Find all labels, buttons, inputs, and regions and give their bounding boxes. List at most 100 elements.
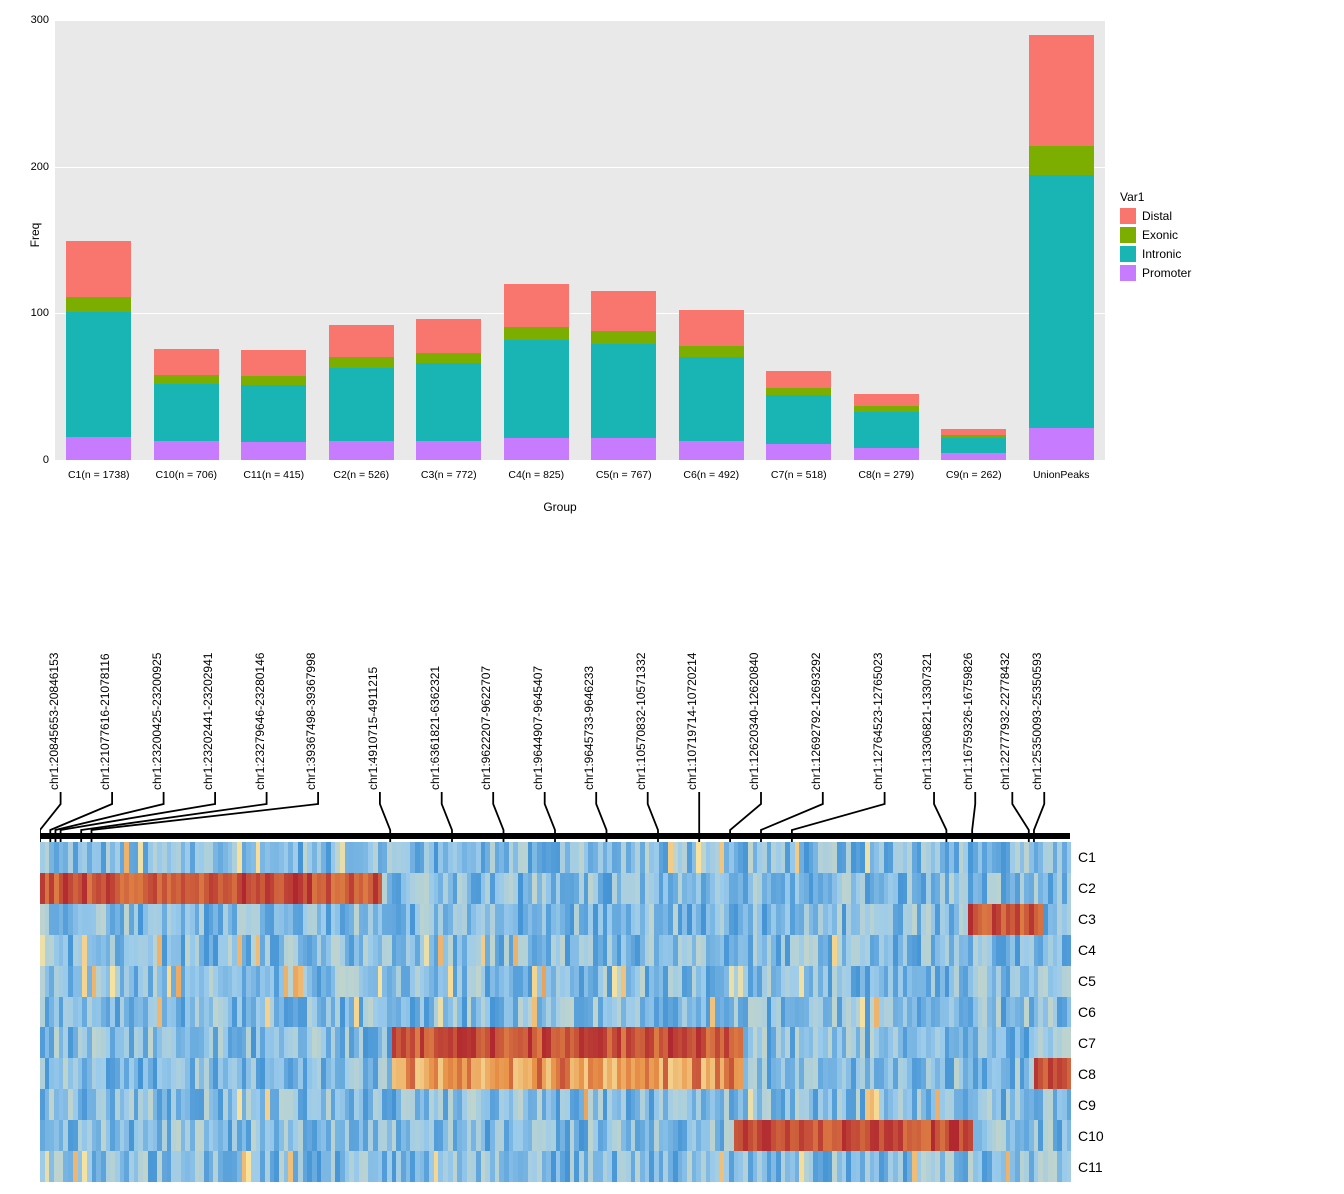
bar-segment-exonic (941, 435, 1006, 438)
x-tick: C2(n = 526) (333, 469, 389, 481)
bar-segment-promoter (154, 441, 219, 460)
heatmap-col-label: chr1:6361821-6362321 (428, 666, 442, 790)
bar-segment-promoter (504, 438, 569, 460)
bar-segment-intronic (154, 384, 219, 441)
heatmap-col-label: chr1:10570832-10571332 (634, 653, 648, 790)
bar-group: C11(n = 415) (236, 20, 311, 460)
bar-segment-exonic (1029, 146, 1094, 175)
bar-segment-exonic (241, 376, 306, 385)
legend-swatch (1120, 208, 1136, 224)
y-tick: 100 (31, 307, 49, 319)
heatmap-col-label: chr1:12692792-12693292 (809, 653, 823, 790)
x-tick: C10(n = 706) (155, 469, 217, 481)
x-tick: C8(n = 279) (858, 469, 914, 481)
heatmap-col-label: chr1:9645733-9646233 (582, 666, 596, 790)
heatmap-col-label: chr1:23200425-23200925 (150, 653, 164, 790)
legend: Var1 Distal Exonic Intronic Promoter (1120, 190, 1191, 284)
legend-item: Intronic (1120, 246, 1191, 262)
bar-segment-distal (66, 241, 131, 297)
legend-label: Promoter (1142, 266, 1191, 280)
heatmap-row-label: C6 (1078, 1004, 1096, 1020)
bar-segment-intronic (241, 385, 306, 442)
heatmap-col-label: chr1:20845653-20846153 (47, 653, 61, 790)
heatmap-col-label: chr1:23202441-23202941 (201, 653, 215, 790)
x-tick: C5(n = 767) (596, 469, 652, 481)
heatmap-row: C2 (40, 873, 1070, 904)
bar-segment-distal (416, 319, 481, 353)
legend-swatch (1120, 246, 1136, 262)
bar-segment-distal (154, 349, 219, 375)
legend-item: Distal (1120, 208, 1191, 224)
heatmap-row: C6 (40, 997, 1070, 1028)
heatmap-col-label: chr1:12764523-12765023 (871, 653, 885, 790)
bar-segment-distal (766, 371, 831, 389)
heatmap-col-label: chr1:4910715-4911215 (366, 667, 380, 790)
heatmap-col-label: chr1:22777932-22778432 (998, 653, 1012, 790)
heatmap-col-label: chr1:13306821-13307321 (920, 653, 934, 790)
bar-group: UnionPeaks (1024, 20, 1099, 460)
bar-group: C1(n = 1738) (61, 20, 136, 460)
figure-container: 0100200300C1(n = 1738)C10(n = 706)C11(n … (10, 10, 1334, 1184)
bar-segment-exonic (66, 297, 131, 312)
legend-label: Exonic (1142, 228, 1178, 242)
bar-group: C3(n = 772) (411, 20, 486, 460)
x-tick: C7(n = 518) (771, 469, 827, 481)
heatmap-row-label: C10 (1078, 1128, 1104, 1144)
bar-segment-exonic (329, 357, 394, 367)
x-tick: C11(n = 415) (243, 469, 304, 481)
bar-group: C2(n = 526) (324, 20, 399, 460)
bar-segment-distal (941, 429, 1006, 435)
heatmap-row-label: C3 (1078, 911, 1096, 927)
legend-item: Promoter (1120, 265, 1191, 281)
bar-segment-promoter (1029, 428, 1094, 460)
heatmap-col-label: chr1:12620340-12620840 (747, 653, 761, 790)
bar-segment-distal (591, 291, 656, 331)
bar-group: C6(n = 492) (674, 20, 749, 460)
bar-segment-distal (329, 325, 394, 357)
bar-segment-intronic (591, 344, 656, 438)
heatmap-col-label: chr1:9622207-9622707 (479, 666, 493, 790)
y-tick: 0 (43, 454, 49, 466)
heatmap-row-label: C11 (1078, 1159, 1103, 1175)
heatmap-connectors (40, 792, 1070, 842)
bar-segment-distal (241, 350, 306, 376)
bar-segment-promoter (591, 438, 656, 460)
bar-segment-promoter (854, 448, 919, 460)
heatmap-col-label: chr1:39367498-39367998 (304, 653, 318, 790)
bar-segment-promoter (941, 453, 1006, 460)
bar-segment-exonic (679, 346, 744, 358)
heatmap-row: C4 (40, 935, 1070, 966)
bar-segment-exonic (154, 375, 219, 384)
heatmap-row: C9 (40, 1089, 1070, 1120)
heatmap-row: C11 (40, 1151, 1070, 1182)
bar-segment-intronic (1029, 175, 1094, 427)
heatmap-row-label: C7 (1078, 1035, 1096, 1051)
legend-swatch (1120, 227, 1136, 243)
x-tick: C9(n = 262) (946, 469, 1002, 481)
legend-swatch (1120, 265, 1136, 281)
heatmap-row-label: C4 (1078, 942, 1096, 958)
stacked-bar-chart: 0100200300C1(n = 1738)C10(n = 706)C11(n … (55, 20, 1105, 460)
heatmap-row: C10 (40, 1120, 1070, 1151)
heatmap-col-label: chr1:16759326-16759826 (961, 653, 975, 790)
heatmap-col-label: chr1:9644907-9645407 (531, 666, 545, 790)
bar-segment-promoter (766, 444, 831, 460)
x-tick: C4(n = 825) (508, 469, 564, 481)
y-axis-label: Freq (28, 223, 42, 248)
heatmap-row: C8 (40, 1058, 1070, 1089)
heatmap-row: C7 (40, 1027, 1070, 1058)
bar-segment-promoter (66, 437, 131, 460)
bar-segment-promoter (416, 441, 481, 460)
heatmap-row-label: C8 (1078, 1066, 1096, 1082)
bar-segment-exonic (854, 406, 919, 412)
bar-group: C10(n = 706) (149, 20, 224, 460)
y-tick: 300 (31, 14, 49, 26)
bar-segment-intronic (766, 395, 831, 443)
bar-segment-intronic (941, 438, 1006, 453)
legend-title: Var1 (1120, 190, 1191, 204)
heatmap-row-label: C1 (1078, 849, 1096, 865)
heatmap-col-label: chr1:21077616-21078116 (98, 653, 112, 790)
heatmap-col-label: chr1:10719714-10720214 (685, 653, 699, 790)
heatmap-row-label: C2 (1078, 880, 1096, 896)
x-tick: UnionPeaks (1033, 469, 1090, 481)
